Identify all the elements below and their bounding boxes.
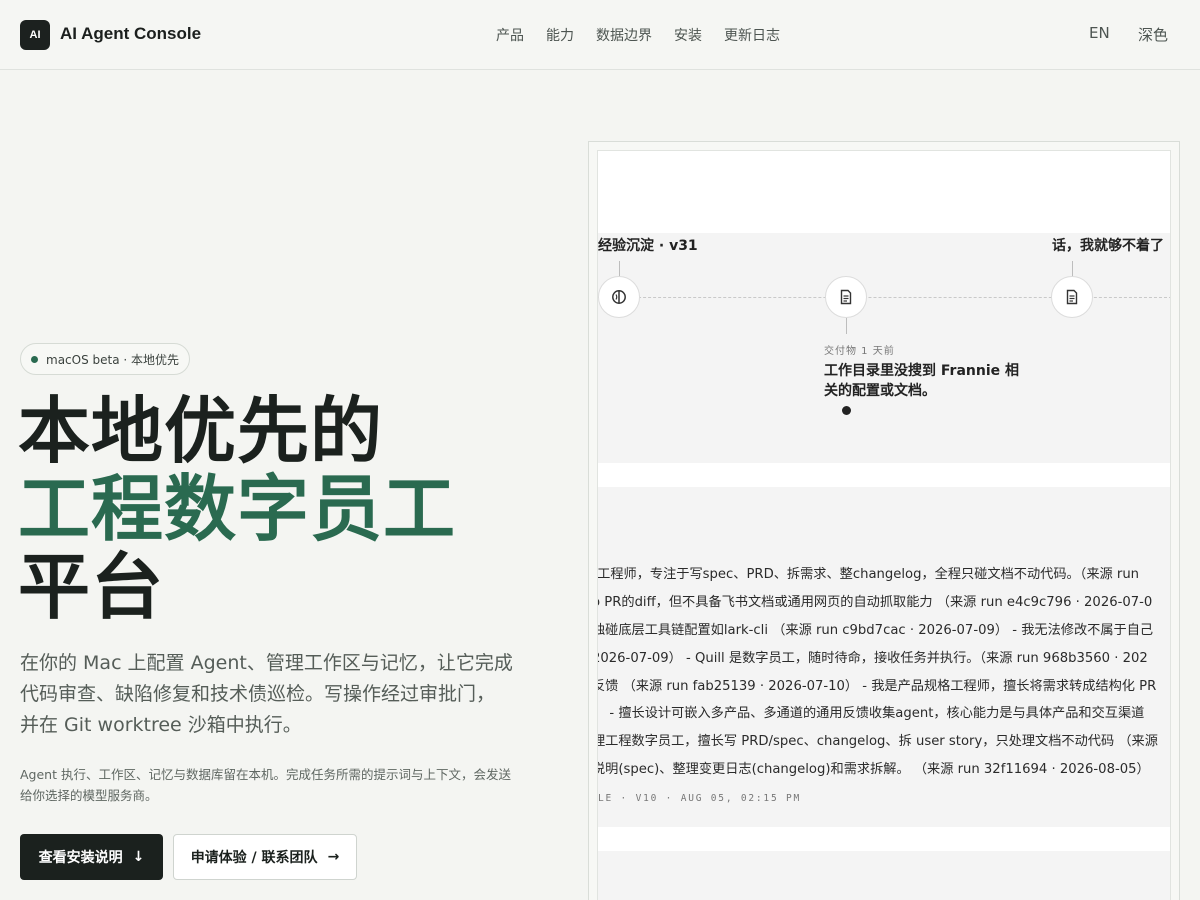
contact-team-label: 申请体验 / 联系团队 (190, 850, 318, 866)
contact-team-button[interactable]: 申请体验 / 联系团队 → (173, 834, 357, 880)
hero-headline: 本地优先的 工程数字员工 平台 (18, 392, 456, 626)
beta-badge: macOS beta · 本地优先 (20, 343, 191, 375)
beta-badge-label: macOS beta · 本地优先 (46, 352, 180, 367)
language-toggle[interactable]: EN (1089, 24, 1110, 42)
timeline-dot (842, 406, 851, 415)
memory-line: 独碰底层工具链配置如lark-cli （来源 run c9bd7cac · 20… (597, 622, 1154, 638)
timeline-label-right: 话，我就够不着了 (1052, 238, 1164, 254)
memory-line: t工程师，专注于写spec、PRD、拆需求、整changelog，全程只碰文档不… (597, 567, 1140, 582)
preview-canvas: 经验沉淀 · v31 话，我就够不着了 交付物 1 天前 工作目录里没搜到 Fr… (597, 150, 1171, 900)
lead-line-3: 并在 Git worktree 沙箱中执行。 (20, 714, 302, 736)
note-line-2: 给你选择的模型服务商。 (20, 788, 158, 803)
arrow-right-icon: → (327, 849, 340, 865)
nav-item-install[interactable]: 安装 (674, 25, 702, 45)
timeline-text-line-1: 工作目录里没搜到 Frannie 相 (824, 363, 1019, 379)
arrow-down-icon: ↓ (132, 849, 145, 865)
status-dot-icon (31, 355, 38, 363)
timeline-stub (619, 261, 620, 277)
privacy-note: Agent 执行、工作区、记忆与数据库留在本机。完成任务所需的提示词与上下文，会… (20, 764, 540, 806)
timeline-node-brain[interactable] (598, 276, 640, 318)
memory-line: o PR的diff，但不具备飞书文档或通用网页的自动抓取能力 （来源 run e… (597, 594, 1153, 610)
install-guide-label: 查看安装说明 (38, 850, 123, 866)
nav-item-data-boundary[interactable]: 数据边界 (596, 25, 652, 45)
timeline-stub (1072, 261, 1073, 277)
lead-line-2: 代码审查、缺陷修复和技术债巡检。写操作经过审批门， (20, 683, 496, 705)
memory-list: t工程师，专注于写spec、PRD、拆需求、整changelog，全程只碰文档不… (597, 561, 1170, 784)
nav-item-capabilities[interactable]: 能力 (546, 25, 574, 45)
memory-line: 说明(spec)、整理变更日志(changelog)和需求拆解。 （来源 run… (597, 762, 1150, 778)
theme-toggle[interactable]: 深色 (1138, 24, 1168, 45)
brand-name[interactable]: AI Agent Console (60, 24, 201, 44)
lead-line-1: 在你的 Mac 上配置 Agent、管理工作区与记忆，让它完成 (20, 652, 513, 674)
main-nav: 产品 能力 数据边界 安装 更新日志 (496, 25, 780, 45)
timeline-text: 工作目录里没搜到 Frannie 相 关的配置或文档。 (824, 361, 1034, 401)
hero-lead: 在你的 Mac 上配置 Agent、管理工作区与记忆，让它完成 代码审查、缺陷修… (20, 648, 540, 741)
timeline-stub (846, 318, 847, 334)
memory-line: 反馈 （来源 run fab25139 · 2026-07-10） - 我是产品… (597, 678, 1157, 694)
logo-badge[interactable]: AI (20, 20, 50, 50)
nav-item-products[interactable]: 产品 (496, 25, 524, 45)
timeline-meta: 交付物 1 天前 (824, 346, 895, 357)
timeline-label-left: 经验沉淀 · v31 (598, 238, 698, 254)
brain-icon (612, 290, 626, 304)
note-line-1: Agent 执行、工作区、记忆与数据库留在本机。完成任务所需的提示词与上下文，会… (20, 767, 511, 782)
nav-item-changelog[interactable]: 更新日志 (724, 25, 780, 45)
memory-line: ） - 擅长设计可嵌入多产品、多通道的通用反馈收集agent，核心能力是与具体产… (597, 706, 1145, 722)
timeline-band: 经验沉淀 · v31 话，我就够不着了 交付物 1 天前 工作目录里没搜到 Fr… (598, 233, 1170, 463)
top-header: AI AI Agent Console 产品 能力 数据边界 安装 更新日志 E… (0, 0, 1200, 70)
headline-line-2: 工程数字员工 (18, 466, 457, 551)
timeline-node-document[interactable] (1051, 276, 1093, 318)
memory-line: 理工程数字员工，擅长写 PRD/spec、changelog、拆 user st… (597, 734, 1158, 750)
memory-band: t工程师，专注于写spec、PRD、拆需求、整changelog，全程只碰文档不… (597, 487, 1170, 827)
headline-line-3: 平台 (18, 544, 165, 629)
memory-line: 2026-07-09） - Quill 是数字员工，随时待命，接收任务并执行。（… (597, 650, 1148, 666)
install-guide-button[interactable]: 查看安装说明 ↓ (20, 834, 163, 880)
memory-footer: LE · V10 · AUG 05, 02:15 PM (598, 793, 802, 804)
timeline-node-document[interactable] (825, 276, 867, 318)
document-icon (1066, 289, 1078, 305)
headline-line-1: 本地优先的 (18, 388, 384, 473)
bottom-band (598, 851, 1170, 900)
document-icon (840, 289, 852, 305)
timeline-text-line-2: 关的配置或文档。 (824, 383, 936, 399)
